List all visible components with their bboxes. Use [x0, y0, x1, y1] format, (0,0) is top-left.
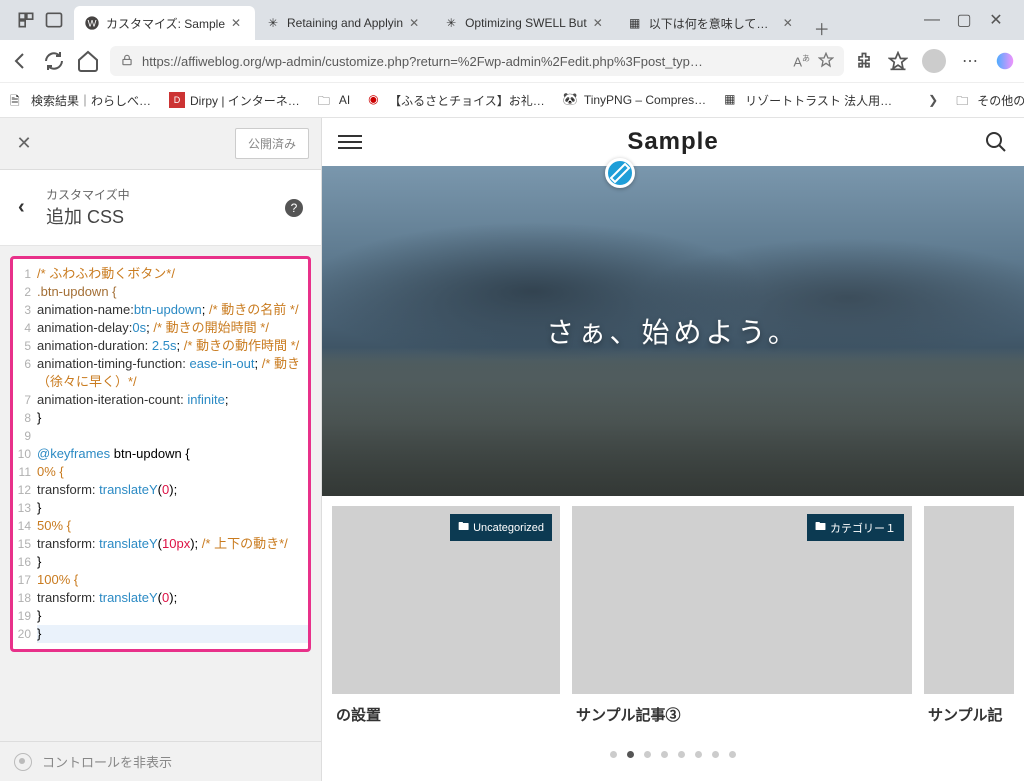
- category-badge: 🖿カテゴリー１: [807, 514, 904, 541]
- post-carousel: 🖿Uncategorized の設置 🖿カテゴリー１ サンプル記事③ サンプル記: [322, 496, 1024, 745]
- tab-customize[interactable]: W カスタマイズ: Sample ✕: [74, 6, 255, 40]
- tab-3[interactable]: ✳ Optimizing SWELL But ✕: [433, 6, 617, 40]
- customizer-panel: ✕ 公開済み ‹ カスタマイズ中 追加 CSS ? 1/* ふわふわ動くボタン*…: [0, 118, 322, 781]
- star-icon[interactable]: [818, 52, 834, 71]
- favicon-icon: ✳: [443, 15, 459, 31]
- browser-titlebar: W カスタマイズ: Sample ✕ ✳ Retaining and Apply…: [0, 0, 1024, 40]
- page-icon: 🗎: [10, 92, 26, 108]
- favorites-icon[interactable]: [888, 51, 908, 71]
- close-customizer-button[interactable]: ✕: [12, 132, 36, 156]
- resort-icon: ▦: [724, 92, 740, 108]
- tab-strip: W カスタマイズ: Sample ✕ ✳ Retaining and Apply…: [74, 0, 910, 40]
- menu-button[interactable]: [338, 135, 362, 149]
- bookmark-folder[interactable]: 🗀AI: [318, 92, 350, 108]
- wordpress-icon: W: [84, 15, 100, 31]
- hide-controls-button[interactable]: コントロールを非表示: [0, 741, 321, 781]
- more-icon[interactable]: ⋯: [960, 51, 980, 71]
- preview-pane: Sample さぁ、始めよう。 🖿Uncategorized の設置 🖿カテゴリ…: [322, 118, 1024, 781]
- hero-text: さぁ、始めよう。: [546, 311, 800, 351]
- section-subtitle: カスタマイズ中: [46, 186, 285, 203]
- dirpy-icon: D: [169, 92, 185, 108]
- back-section-button[interactable]: ‹: [18, 196, 46, 219]
- new-tab-button[interactable]: ＋: [807, 16, 837, 40]
- svg-text:W: W: [88, 18, 97, 28]
- maximize-button[interactable]: ▢: [956, 10, 972, 30]
- copilot-icon[interactable]: [994, 50, 1016, 72]
- close-window-button[interactable]: ✕: [988, 10, 1004, 30]
- profile-avatar[interactable]: [922, 49, 946, 73]
- back-button[interactable]: [8, 49, 32, 73]
- post-title: サンプル記: [924, 694, 1014, 735]
- home-button[interactable]: [76, 49, 100, 73]
- address-bar: https://affiweblog.org/wp-admin/customiz…: [0, 40, 1024, 82]
- post-title: の設置: [332, 694, 560, 735]
- folder-icon: 🗀: [318, 92, 334, 108]
- tab-label: Optimizing SWELL But: [465, 16, 587, 30]
- tab-actions-icon[interactable]: [44, 10, 64, 30]
- bookmark-item[interactable]: 🐼TinyPNG – Compres…: [563, 92, 706, 108]
- bookmark-item[interactable]: ▦リゾートトラスト 法人用…: [724, 92, 892, 109]
- section-title: 追加 CSS: [46, 203, 285, 229]
- refresh-button[interactable]: [42, 49, 66, 73]
- favicon-icon: ▦: [627, 15, 643, 31]
- publish-button[interactable]: 公開済み: [235, 128, 309, 159]
- post-card[interactable]: サンプル記: [924, 506, 1014, 735]
- close-icon[interactable]: ✕: [783, 16, 797, 30]
- close-icon[interactable]: ✕: [409, 16, 423, 30]
- bookmark-item[interactable]: ◉【ふるさとチョイス】お礼…: [368, 92, 545, 109]
- carousel-dots[interactable]: [322, 745, 1024, 764]
- site-title: Sample: [362, 128, 984, 156]
- tab-2[interactable]: ✳ Retaining and Applyin ✕: [255, 6, 433, 40]
- favicon-icon: ✳: [265, 15, 281, 31]
- eye-icon: [14, 753, 32, 771]
- folder-icon: 🗀: [956, 92, 972, 108]
- url-field[interactable]: https://affiweblog.org/wp-admin/customiz…: [110, 46, 844, 76]
- tab-label: Retaining and Applyin: [287, 16, 403, 30]
- close-icon[interactable]: ✕: [593, 16, 607, 30]
- other-bookmarks[interactable]: 🗀その他のお気に入り: [956, 92, 1024, 109]
- reader-icon[interactable]: Aあ: [793, 53, 810, 69]
- folder-icon: 🖿: [458, 518, 469, 537]
- edit-shortcut-icon[interactable]: [605, 158, 635, 188]
- bookmark-overflow[interactable]: ❯: [928, 93, 938, 107]
- search-icon[interactable]: [984, 130, 1008, 154]
- workspace-icon[interactable]: [16, 10, 36, 30]
- post-card[interactable]: 🖿Uncategorized の設置: [332, 506, 560, 735]
- post-card[interactable]: 🖿カテゴリー１ サンプル記事③: [572, 506, 912, 735]
- extensions-icon[interactable]: [854, 51, 874, 71]
- tab-label: カスタマイズ: Sample: [106, 15, 225, 32]
- hero-section: さぁ、始めよう。: [322, 166, 1024, 496]
- tab-4[interactable]: ▦ 以下は何を意味していま ✕: [617, 6, 807, 40]
- tinypng-icon: 🐼: [563, 92, 579, 108]
- bookmark-item[interactable]: DDirpy | インターネ…: [169, 92, 300, 109]
- lock-icon: [120, 53, 134, 70]
- css-editor[interactable]: 1/* ふわふわ動くボタン*/ 2.btn-updown { 3animatio…: [10, 256, 311, 652]
- furusato-icon: ◉: [368, 92, 384, 108]
- category-badge: 🖿Uncategorized: [450, 514, 552, 541]
- post-title: サンプル記事③: [572, 694, 912, 735]
- close-icon[interactable]: ✕: [231, 16, 245, 30]
- folder-icon: 🖿: [815, 518, 826, 537]
- tab-label: 以下は何を意味していま: [649, 15, 777, 32]
- help-icon[interactable]: ?: [285, 199, 303, 217]
- url-text: https://affiweblog.org/wp-admin/customiz…: [142, 54, 785, 69]
- bookmarks-bar: 🗎検索結果｜わらしべ… DDirpy | インターネ… 🗀AI ◉【ふるさとチョ…: [0, 82, 1024, 118]
- minimize-button[interactable]: ―: [924, 10, 940, 30]
- bookmark-item[interactable]: 🗎検索結果｜わらしべ…: [10, 92, 151, 109]
